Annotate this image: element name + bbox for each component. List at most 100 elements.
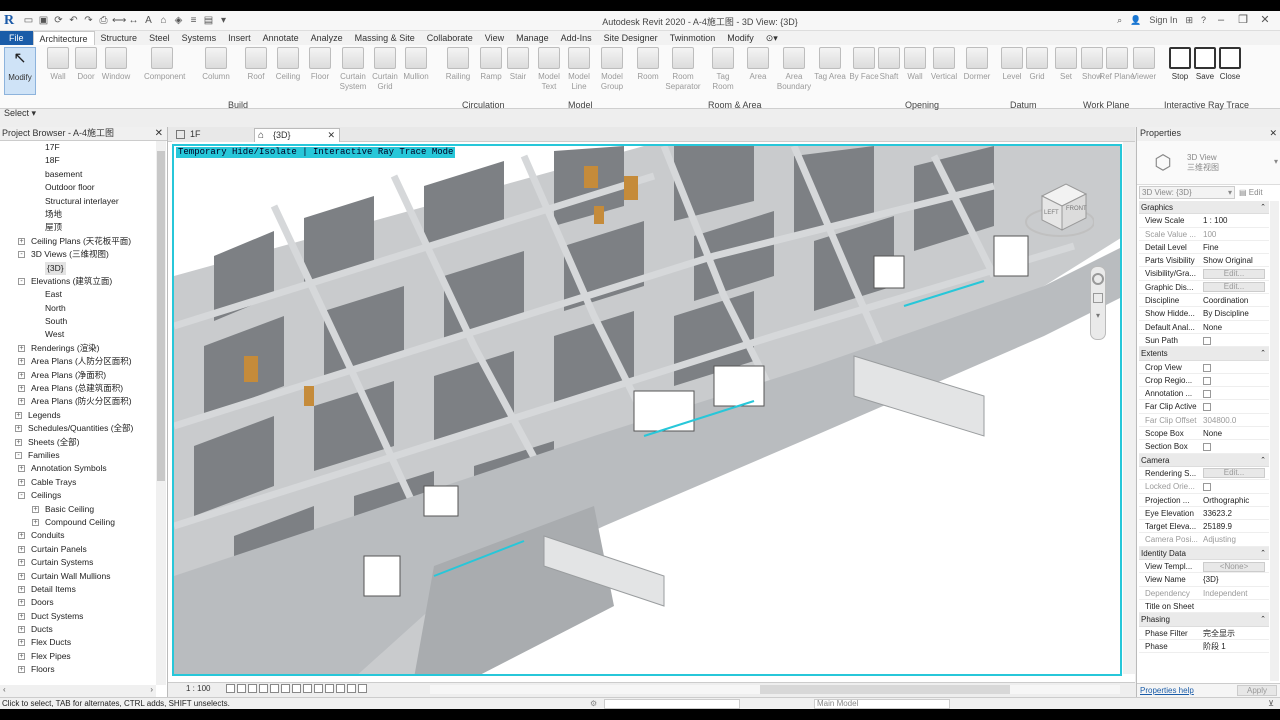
property-checkbox[interactable]: [1203, 483, 1211, 492]
view-scrollbar[interactable]: [1123, 142, 1135, 674]
model-line-tool-button[interactable]: Model Line: [561, 47, 597, 97]
reveal-hidden-icon[interactable]: [325, 684, 334, 693]
redo-icon[interactable]: ↷: [82, 14, 95, 27]
tab-view[interactable]: View: [479, 31, 510, 45]
property-edit-button[interactable]: Edit...: [1203, 468, 1265, 479]
tab-collaborate[interactable]: Collaborate: [421, 31, 479, 45]
detail-level-icon[interactable]: [226, 684, 235, 693]
tab-file[interactable]: File: [0, 31, 33, 45]
tree-item[interactable]: West: [0, 328, 156, 341]
expand-icon[interactable]: +: [18, 545, 25, 553]
panel-label-work-plane[interactable]: Work Plane: [1083, 100, 1129, 110]
tab-site-designer[interactable]: Site Designer: [598, 31, 664, 45]
panel-label-opening[interactable]: Opening: [905, 100, 939, 110]
instance-filter-dropdown[interactable]: 3D View: {3D} ▾: [1139, 186, 1235, 199]
property-value[interactable]: Show Original: [1203, 254, 1267, 267]
tree-item[interactable]: + Ducts: [0, 623, 156, 636]
tree-item[interactable]: - Elevations (建筑立面): [0, 275, 156, 288]
expand-icon[interactable]: +: [18, 652, 25, 660]
tab-structure[interactable]: Structure: [95, 31, 144, 45]
type-selector[interactable]: ⬡ 3D View 三维视图 ▾: [1137, 141, 1280, 185]
tree-item[interactable]: - Ceilings: [0, 489, 156, 502]
property-checkbox[interactable]: [1203, 403, 1211, 412]
property-value[interactable]: 304800.0: [1203, 414, 1267, 427]
viewcube-left-face[interactable]: LEFT: [1044, 210, 1059, 216]
expand-icon[interactable]: +: [18, 666, 25, 674]
expand-icon[interactable]: +: [18, 585, 25, 593]
expand-icon[interactable]: +: [18, 237, 25, 245]
expand-icon[interactable]: +: [18, 478, 25, 486]
expand-icon[interactable]: +: [18, 398, 25, 406]
room-separator-tool-button[interactable]: Room Separator: [665, 47, 701, 97]
tree-item[interactable]: East: [0, 288, 156, 301]
type-dropdown-icon[interactable]: ▾: [1274, 157, 1278, 166]
panel-label-circulation[interactable]: Circulation: [462, 100, 505, 110]
tab-insert[interactable]: Insert: [222, 31, 257, 45]
expand-icon[interactable]: +: [18, 465, 25, 473]
infocenter-icon[interactable]: ⌕: [1117, 15, 1122, 26]
expand-icon[interactable]: +: [18, 385, 25, 393]
model-group-tool-button[interactable]: Model Group: [594, 47, 630, 97]
expand-icon[interactable]: +: [32, 505, 39, 513]
expand-icon[interactable]: +: [18, 572, 25, 580]
tree-item[interactable]: + Cable Trays: [0, 476, 156, 489]
tree-item[interactable]: + Ceiling Plans (天花板平面): [0, 235, 156, 248]
expand-icon[interactable]: +: [32, 518, 39, 526]
worksharing-icon[interactable]: [336, 684, 345, 693]
property-value[interactable]: None: [1203, 321, 1267, 334]
collapse-icon[interactable]: ⌃: [1260, 201, 1266, 214]
tree-item[interactable]: + Floors: [0, 663, 156, 676]
collapse-icon[interactable]: ⌃: [1260, 613, 1266, 626]
tab-twinmotion[interactable]: Twinmotion: [664, 31, 722, 45]
close-window-icon[interactable]: ✕: [1258, 14, 1272, 26]
tree-item[interactable]: Outdoor floor: [0, 181, 156, 194]
expand-icon[interactable]: +: [18, 599, 25, 607]
expand-icon[interactable]: +: [18, 559, 25, 567]
collapse-icon[interactable]: ⌃: [1260, 347, 1266, 360]
tree-item[interactable]: + Compound Ceiling: [0, 516, 156, 529]
tree-item[interactable]: 17F: [0, 141, 156, 154]
panel-label-interactive-ray-trace[interactable]: Interactive Ray Trace: [1164, 100, 1249, 110]
tree-item[interactable]: -3D Views (三维视图): [0, 248, 156, 261]
apply-button[interactable]: Apply: [1237, 685, 1277, 696]
analytical-icon[interactable]: [347, 684, 356, 693]
modify-button[interactable]: ↖ Modify: [4, 47, 36, 95]
property-group[interactable]: Phasing ⌃: [1139, 613, 1269, 627]
tab-modify[interactable]: Modify: [721, 31, 760, 45]
panel-label-model[interactable]: Model: [568, 100, 593, 110]
tree-item[interactable]: + Basic Ceiling: [0, 503, 156, 516]
property-group[interactable]: Camera ⌃: [1139, 453, 1269, 467]
close-icon[interactable]: ✕: [155, 127, 163, 140]
tab-steel[interactable]: Steel: [143, 31, 176, 45]
room-tool-button[interactable]: Room: [630, 47, 666, 97]
minimize-icon[interactable]: –: [1214, 14, 1228, 26]
property-edit-button[interactable]: <None>: [1203, 561, 1265, 572]
tab-3d[interactable]: ⌂ {3D} ✕: [254, 128, 340, 142]
filter-icon[interactable]: ⊻: [1268, 698, 1274, 709]
tree-item[interactable]: {3D}: [0, 261, 156, 275]
window-tool-button[interactable]: Window: [98, 47, 134, 97]
tree-item[interactable]: + Doors: [0, 596, 156, 609]
tree-item[interactable]: North: [0, 302, 156, 315]
tree-item[interactable]: + Area Plans (总建筑面积): [0, 382, 156, 395]
thin-lines-icon[interactable]: ≡: [187, 14, 200, 27]
property-group[interactable]: Graphics ⌃: [1139, 201, 1269, 215]
properties-help-link[interactable]: Properties help: [1140, 686, 1194, 695]
tree-item[interactable]: 场地: [0, 208, 156, 221]
revit-logo[interactable]: R: [4, 13, 18, 28]
tree-item[interactable]: + Curtain Panels: [0, 543, 156, 556]
tree-item[interactable]: + Renderings (渲染): [0, 342, 156, 355]
expand-icon[interactable]: +: [18, 626, 25, 634]
property-value[interactable]: 25189.9: [1203, 520, 1267, 533]
undo-icon[interactable]: ↶: [67, 14, 80, 27]
tree-item[interactable]: + Annotation Symbols: [0, 462, 156, 475]
unlock-3d-icon[interactable]: [303, 684, 312, 693]
user-icon[interactable]: 👤: [1130, 15, 1141, 26]
area-tool-button[interactable]: Area: [740, 47, 776, 97]
restore-icon[interactable]: ❐: [1236, 14, 1250, 26]
zoom-icon[interactable]: [1093, 293, 1103, 303]
property-value[interactable]: 阶段 1: [1203, 640, 1267, 653]
close-button[interactable]: Close: [1212, 47, 1248, 97]
tree-item[interactable]: basement: [0, 168, 156, 181]
property-value[interactable]: None: [1203, 427, 1267, 440]
